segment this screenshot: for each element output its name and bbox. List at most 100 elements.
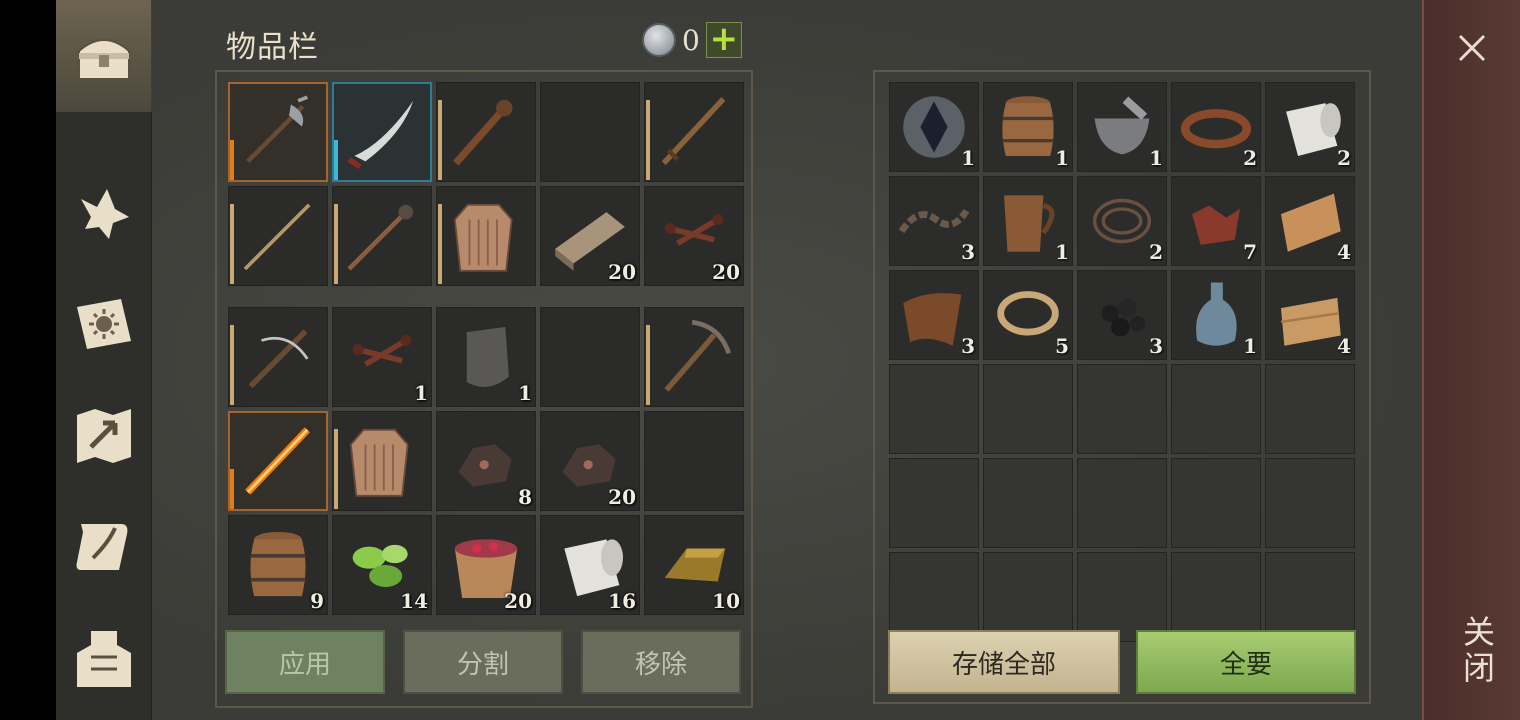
inventory-slot-scrap[interactable]: 7	[1171, 176, 1261, 266]
tab-character[interactable]	[56, 604, 151, 712]
empty-slot[interactable]	[1077, 364, 1167, 454]
item-quantity: 20	[608, 485, 636, 509]
tab-skills[interactable]	[56, 270, 151, 378]
chest-icon	[77, 39, 130, 80]
inventory-slot-scimitar[interactable]	[332, 82, 432, 182]
inventory-slot-folded-cloth[interactable]: 4	[1265, 270, 1355, 360]
ore-icon	[458, 444, 512, 487]
tab-map[interactable]	[56, 382, 151, 490]
empty-slot[interactable]	[540, 307, 640, 407]
take-all-button[interactable]: 全要	[1136, 630, 1356, 694]
inventory-slot-chain[interactable]: 3	[889, 176, 979, 266]
inventory-slot-sword[interactable]	[644, 82, 744, 182]
inventory-slot-ingot[interactable]: 10	[644, 515, 744, 615]
spear-icon	[243, 203, 311, 271]
halberd-icon	[246, 95, 309, 163]
durability-bar	[334, 204, 338, 284]
inventory-slot-ore[interactable]: 8	[436, 411, 536, 511]
item-quantity: 3	[961, 334, 975, 358]
tab-quests[interactable]	[56, 493, 151, 601]
item-quantity: 1	[518, 381, 532, 405]
mace-spear-icon	[347, 204, 414, 271]
apply-button[interactable]: 应用	[225, 630, 385, 694]
durability-bar	[230, 469, 234, 509]
inventory-slot-crystal[interactable]: 1	[889, 82, 979, 172]
inventory-slot-rope[interactable]: 5	[983, 270, 1073, 360]
split-button[interactable]: 分割	[403, 630, 563, 694]
empty-slot[interactable]	[1265, 364, 1355, 454]
crossbow-icon	[248, 329, 309, 389]
inventory-slot-fabric[interactable]: 4	[1265, 176, 1355, 266]
tab-pets[interactable]	[56, 160, 151, 268]
empty-slot[interactable]	[983, 364, 1073, 454]
inventory-slot-berry-bucket[interactable]: 20	[436, 515, 536, 615]
empty-slot[interactable]	[1265, 458, 1355, 548]
empty-slot[interactable]	[983, 458, 1073, 548]
inventory-slot-cloth-roll[interactable]: 2	[1265, 82, 1355, 172]
item-quantity: 2	[1337, 146, 1351, 170]
inventory-slot-mortar[interactable]: 1	[1077, 82, 1167, 172]
empty-slot[interactable]	[889, 458, 979, 548]
backpack-grid: 1 1 8 20 9 14 20 16 10	[228, 307, 744, 615]
inventory-slot-mace-spear[interactable]	[332, 186, 432, 286]
item-quantity: 20	[504, 589, 532, 613]
remove-button[interactable]: 移除	[581, 630, 741, 694]
item-quantity: 9	[310, 589, 324, 613]
close-label[interactable]: 关闭	[1454, 615, 1500, 687]
durability-bar	[438, 100, 442, 180]
close-panel[interactable]: 关闭	[1422, 0, 1520, 720]
inventory-slot-leather-strap[interactable]: 2	[1171, 82, 1261, 172]
inventory-slot-crossbow[interactable]	[228, 307, 328, 407]
item-quantity: 16	[608, 589, 636, 613]
empty-slot[interactable]	[1077, 552, 1167, 642]
inventory-slot-nails[interactable]: 20	[644, 186, 744, 286]
currency-display: 0 +	[642, 22, 742, 58]
storage-grid: 1 1 1 2 2 3 1 2 7 4 3 5 3 1 4	[889, 82, 1355, 642]
inventory-slot-chainmail[interactable]	[436, 186, 536, 286]
empty-slot[interactable]	[983, 552, 1073, 642]
inventory-slot-nails[interactable]: 1	[332, 307, 432, 407]
equipment-grid: 20 20	[228, 82, 744, 286]
scimitar-icon	[347, 100, 414, 170]
sidebar-nav	[56, 0, 153, 720]
durability-bar	[646, 100, 650, 180]
durability-bar	[438, 204, 442, 284]
empty-slot[interactable]	[889, 364, 979, 454]
inventory-slot-pickaxe[interactable]	[644, 307, 744, 407]
durability-bar	[334, 140, 338, 180]
iron-plate-icon	[464, 324, 511, 389]
tab-inventory[interactable]	[56, 0, 153, 112]
inventory-slot-chainmail[interactable]	[332, 411, 432, 511]
inventory-slot-leather[interactable]: 3	[889, 270, 979, 360]
empty-slot[interactable]	[1077, 458, 1167, 548]
inventory-slot-plank[interactable]: 20	[540, 186, 640, 286]
inventory-slot-coal[interactable]: 3	[1077, 270, 1167, 360]
inventory-slot-cloth-roll[interactable]: 16	[540, 515, 640, 615]
item-quantity: 1	[1243, 334, 1257, 358]
inventory-slot-iron-plate[interactable]: 1	[436, 307, 536, 407]
inventory-slot-spear[interactable]	[228, 186, 328, 286]
empty-slot[interactable]	[540, 82, 640, 182]
add-currency-button[interactable]: +	[705, 22, 742, 58]
inventory-slot-bottle[interactable]: 1	[1171, 270, 1261, 360]
inventory-slot-spiked-club[interactable]	[436, 82, 536, 182]
empty-slot[interactable]	[644, 411, 744, 511]
inventory-slot-wire[interactable]: 2	[1077, 176, 1167, 266]
inventory-slot-barrel[interactable]: 9	[228, 515, 328, 615]
inventory-slot-barrel[interactable]: 1	[983, 82, 1073, 172]
inventory-slot-flame-sword[interactable]	[228, 411, 328, 511]
empty-slot[interactable]	[1171, 552, 1261, 642]
inventory-slot-ore[interactable]: 20	[540, 411, 640, 511]
chainmail-icon	[453, 203, 513, 272]
inventory-slot-mug[interactable]: 1	[983, 176, 1073, 266]
empty-slot[interactable]	[1171, 458, 1261, 548]
inventory-slot-halberd[interactable]	[228, 82, 328, 182]
empty-slot[interactable]	[889, 552, 979, 642]
store-all-button[interactable]: 存储全部	[888, 630, 1120, 694]
durability-bar	[230, 325, 234, 405]
empty-slot[interactable]	[1171, 364, 1261, 454]
empty-slot[interactable]	[1265, 552, 1355, 642]
item-quantity: 3	[961, 240, 975, 264]
close-icon[interactable]	[1452, 28, 1492, 68]
inventory-slot-cactus-slices[interactable]: 14	[332, 515, 432, 615]
